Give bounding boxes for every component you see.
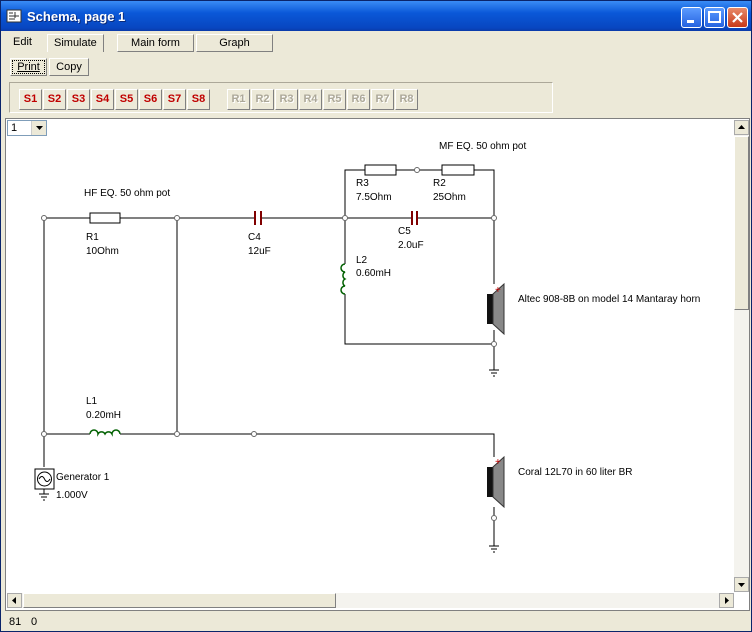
chevron-down-icon[interactable] <box>31 121 46 135</box>
minimize-icon <box>687 20 694 23</box>
scroll-right-icon[interactable] <box>719 593 734 608</box>
r1-resistor[interactable] <box>89 212 121 224</box>
r2-name: R2 <box>433 178 446 189</box>
r3-button[interactable]: R3 <box>275 89 298 110</box>
scroll-down-icon[interactable] <box>734 577 749 592</box>
page-select-value: 1 <box>11 122 18 134</box>
graph-button[interactable]: Graph <box>196 34 273 52</box>
l2-name: L2 <box>356 255 368 266</box>
app-icon <box>6 9 22 23</box>
s1-button[interactable]: S1 <box>19 89 42 110</box>
status-bar: 81 0 <box>1 612 751 632</box>
l2-wire <box>344 218 494 345</box>
maximize-icon <box>708 11 721 23</box>
c5-value: 2.0uF <box>398 240 424 251</box>
window-title: Schema, page 1 <box>27 9 126 24</box>
copy-button[interactable]: Copy <box>49 58 89 76</box>
s5-button[interactable]: S5 <box>115 89 138 110</box>
s6-button[interactable]: S6 <box>139 89 162 110</box>
speaker1-label: Altec 908-8B on model 14 Mantaray horn <box>518 294 700 305</box>
vertical-scrollbar[interactable] <box>734 120 749 592</box>
r2-resistor[interactable] <box>441 164 475 176</box>
generator-icon[interactable] <box>34 468 55 494</box>
s7-button[interactable]: S7 <box>163 89 186 110</box>
s3-button[interactable]: S3 <box>67 89 90 110</box>
scroll-up-icon[interactable] <box>734 120 749 135</box>
r3-resistor[interactable] <box>364 164 397 176</box>
r3-name: R3 <box>356 178 369 189</box>
tab-edit[interactable]: Edit <box>7 34 38 52</box>
tab-bar: Edit Simulate Main form Graph <box>1 31 751 53</box>
status-y: 0 <box>31 616 38 628</box>
r2-value: 25Ohm <box>433 192 466 203</box>
horizontal-scroll-thumb[interactable] <box>23 593 336 608</box>
main-form-button[interactable]: Main form <box>117 34 194 52</box>
l2-inductor[interactable] <box>340 263 348 295</box>
r7-button[interactable]: R7 <box>371 89 394 110</box>
print-button[interactable]: Print <box>10 58 47 76</box>
speaker1-icon[interactable]: + <box>487 282 505 336</box>
r6-button[interactable]: R6 <box>347 89 370 110</box>
r1-name: R1 <box>86 232 99 243</box>
c4-value: 12uF <box>248 246 271 257</box>
s8-button[interactable]: S8 <box>187 89 210 110</box>
maximize-button[interactable] <box>704 7 725 28</box>
svg-text:+: + <box>495 457 501 468</box>
generator-value: 1.000V <box>56 490 88 501</box>
hf-eq-label: HF EQ. 50 ohm pot <box>84 188 170 199</box>
vertical-scroll-thumb[interactable] <box>734 136 749 310</box>
horizontal-scrollbar[interactable] <box>7 593 734 608</box>
s2-button[interactable]: S2 <box>43 89 66 110</box>
l1-name: L1 <box>86 396 98 407</box>
s4-button[interactable]: S4 <box>91 89 114 110</box>
r4-button[interactable]: R4 <box>299 89 322 110</box>
c5-capacitor[interactable] <box>411 211 418 225</box>
speaker2-icon[interactable]: + <box>487 455 505 509</box>
window: Schema, page 1 Edit Simulate Main form G… <box>0 0 752 632</box>
l2-value: 0.60mH <box>356 268 391 279</box>
page-select[interactable]: 1 <box>7 120 47 136</box>
r5-button[interactable]: R5 <box>323 89 346 110</box>
tab-simulate[interactable]: Simulate <box>47 34 104 52</box>
schematic-canvas[interactable]: + + HF EQ. 50 ohm pot MF EQ. 50 ohm pot … <box>5 118 750 611</box>
l1-inductor[interactable] <box>89 429 121 437</box>
r1-button[interactable]: R1 <box>227 89 250 110</box>
close-icon <box>732 12 743 23</box>
r3-value: 7.5Ohm <box>356 192 392 203</box>
speaker2-label: Coral 12L70 in 60 liter BR <box>518 467 633 478</box>
schematic-diagram[interactable]: + + HF EQ. 50 ohm pot MF EQ. 50 ohm pot … <box>6 119 749 610</box>
close-button[interactable] <box>727 7 748 28</box>
r1-value: 10Ohm <box>86 246 119 257</box>
mf-eq-label: MF EQ. 50 ohm pot <box>439 141 526 152</box>
minimize-button[interactable] <box>681 7 702 28</box>
ground-icons <box>39 369 499 553</box>
l1-wire <box>44 433 495 457</box>
c4-capacitor[interactable] <box>254 211 262 225</box>
generator-name: Generator 1 <box>56 472 110 483</box>
svg-text:+: + <box>495 285 501 296</box>
title-bar[interactable]: Schema, page 1 <box>1 1 751 31</box>
r8-button[interactable]: R8 <box>395 89 418 110</box>
l1-value: 0.20mH <box>86 410 121 421</box>
r2-button[interactable]: R2 <box>251 89 274 110</box>
status-x: 81 <box>9 616 22 628</box>
scroll-left-icon[interactable] <box>7 593 22 608</box>
c4-name: C4 <box>248 232 261 243</box>
c5-name: C5 <box>398 226 411 237</box>
